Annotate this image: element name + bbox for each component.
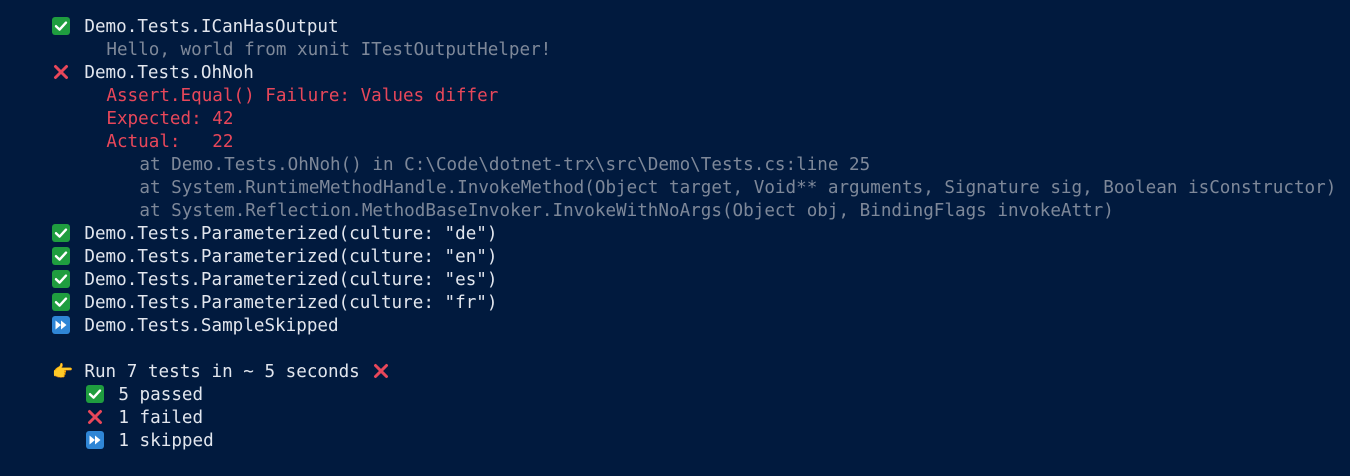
test-result-row: Demo.Tests.Parameterized(culture: "es") [0, 246, 1350, 290]
stack-trace-line: at System.RuntimeMethodHandle.InvokeMeth… [0, 154, 1350, 198]
skipped-count: 1 skipped [118, 431, 214, 451]
terminal-output: Demo.Tests.ICanHasOutput Hello, world fr… [0, 0, 1350, 451]
test-result-row: Demo.Tests.ICanHasOutput [0, 0, 1350, 37]
test-result-row: Demo.Tests.OhNoh [0, 39, 1350, 83]
test-result-row: Demo.Tests.SampleSkipped [0, 292, 1350, 336]
summary-failed: 1 failed [0, 384, 1350, 428]
stack-trace-line: at System.Reflection.MethodBaseInvoker.I… [0, 177, 1350, 221]
fast-forward-icon [86, 431, 105, 449]
failure-expected: Expected: 42 [0, 85, 1350, 129]
test-result-row: Demo.Tests.Parameterized(culture: "en") [0, 223, 1350, 267]
failure-message: Assert.Equal() Failure: Values differ [0, 62, 1350, 106]
test-result-row: Demo.Tests.Parameterized(culture: "fr") [0, 269, 1350, 313]
stack-trace-line: at Demo.Tests.OhNoh() in C:\Code\dotnet-… [0, 131, 1350, 175]
failure-actual: Actual: 22 [0, 108, 1350, 152]
summary-skipped: 1 skipped [0, 407, 1350, 451]
run-summary: 👉 Run 7 tests in ~ 5 seconds [0, 338, 1350, 382]
test-output-line: Hello, world from xunit ITestOutputHelpe… [0, 16, 1350, 60]
summary-passed: 5 passed [0, 361, 1350, 405]
test-result-row: Demo.Tests.Parameterized(culture: "de") [0, 200, 1350, 244]
